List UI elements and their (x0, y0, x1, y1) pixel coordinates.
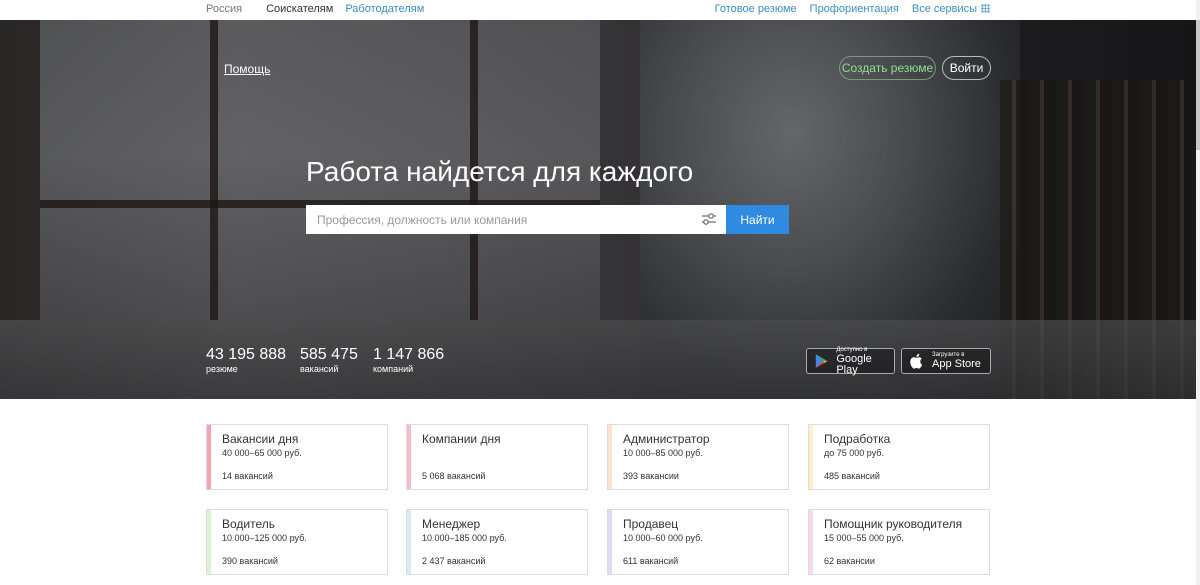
category-card-vacancies-of-day[interactable]: Вакансии дня 40 000–65 000 руб. 14 вакан… (206, 424, 388, 490)
card-title: Компании дня (422, 432, 501, 446)
create-resume-button[interactable]: Создать резюме (839, 56, 936, 80)
card-salary: 40 000–65 000 руб. (222, 448, 302, 458)
card-count: 611 вакансий (623, 556, 679, 566)
nav-all-services[interactable]: Все сервисы (912, 3, 990, 15)
card-salary: 10 000–85 000 руб. (623, 448, 703, 458)
apple-icon (910, 353, 923, 369)
card-salary: до 75 000 руб. (824, 448, 884, 458)
stat-label: компаний (373, 364, 414, 374)
hero-banner: Помощь Создать резюме Войти Работа найде… (0, 20, 1196, 399)
stat-label: резюме (206, 364, 238, 374)
card-accent (809, 510, 813, 574)
card-count: 14 вакансий (222, 471, 273, 481)
google-play-badge[interactable]: Доступно в Google Play (806, 347, 895, 376)
card-count: 393 вакансии (623, 471, 679, 481)
card-accent (608, 510, 612, 574)
top-bar: Россия Соискателям Работодателям Готовое… (0, 0, 1200, 20)
card-title: Помощник руководителя (824, 517, 963, 531)
login-button[interactable]: Войти (942, 56, 991, 80)
stat-value: 1 147 866 (373, 346, 445, 363)
card-accent (207, 425, 211, 489)
card-title: Вакансии дня (222, 432, 299, 446)
stat-vacancies: 585 475 вакансий (300, 346, 358, 374)
app-store-badge[interactable]: Загрузите в App Store (901, 348, 991, 374)
card-salary: 10 000–60 000 руб. (623, 533, 703, 543)
card-accent (809, 425, 813, 489)
search-input[interactable]: Профессия, должность или компания (306, 205, 726, 234)
card-salary: 15 000–55 000 руб. (824, 533, 904, 543)
all-services-label: Все сервисы (911, 3, 977, 15)
page-scrollbar[interactable] (1196, 0, 1200, 585)
grid-icon (981, 4, 990, 13)
category-card-assistant-manager[interactable]: Помощник руководителя 15 000–55 000 руб.… (808, 509, 990, 575)
help-link[interactable]: Помощь (224, 62, 270, 76)
region-selector[interactable]: Россия (206, 3, 242, 15)
card-salary: 10 000–185 000 руб. (422, 533, 507, 543)
stat-label: вакансий (300, 364, 339, 374)
nav-ready-resume[interactable]: Готовое резюме (715, 3, 797, 15)
nav-seekers[interactable]: Соискателям (266, 3, 333, 15)
find-button[interactable]: Найти (726, 205, 789, 234)
category-card-seller[interactable]: Продавец 10 000–60 000 руб. 611 вакансий (607, 509, 789, 575)
card-accent (608, 425, 612, 489)
stat-companies: 1 147 866 компаний (373, 346, 444, 374)
card-title: Менеджер (422, 517, 481, 531)
card-count: 485 вакансий (824, 471, 880, 481)
card-count: 390 вакансий (222, 556, 278, 566)
stat-value: 585 475 (300, 346, 358, 363)
filter-settings-icon[interactable] (700, 210, 718, 228)
google-play-icon (815, 354, 828, 368)
category-card-administrator[interactable]: Администратор 10 000–85 000 руб. 393 вак… (607, 424, 789, 490)
card-accent (407, 425, 411, 489)
card-title: Водитель (222, 517, 276, 531)
card-accent (407, 510, 411, 574)
card-count: 2 437 вакансий (422, 556, 486, 566)
category-card-driver[interactable]: Водитель 10 000–125 000 руб. 390 ваканси… (206, 509, 388, 575)
google-play-big: Google Play (836, 352, 872, 376)
card-count: 5 068 вакансий (422, 471, 486, 481)
card-count: 62 вакансии (824, 556, 875, 566)
hero-headline: Работа найдется для каждого (306, 156, 694, 187)
category-card-companies-of-day[interactable]: Компании дня 5 068 вакансий (406, 424, 588, 490)
scrollbar-thumb[interactable] (1196, 20, 1200, 150)
category-card-manager[interactable]: Менеджер 10 000–185 000 руб. 2 437 вакан… (406, 509, 588, 575)
category-card-part-time[interactable]: Подработка до 75 000 руб. 485 вакансий (808, 424, 990, 490)
card-accent (207, 510, 211, 574)
stat-resumes: 43 195 888 резюме (206, 346, 286, 374)
nav-employers[interactable]: Работодателям (345, 3, 424, 15)
app-store-big: App Store (932, 358, 981, 370)
card-title: Администратор (623, 432, 710, 446)
stat-value: 43 195 888 (206, 346, 287, 363)
search-placeholder: Профессия, должность или компания (317, 212, 528, 227)
card-salary: 10 000–125 000 руб. (222, 533, 307, 543)
nav-career[interactable]: Профориентация (810, 3, 899, 15)
card-title: Продавец (623, 517, 679, 531)
card-title: Подработка (824, 432, 891, 446)
